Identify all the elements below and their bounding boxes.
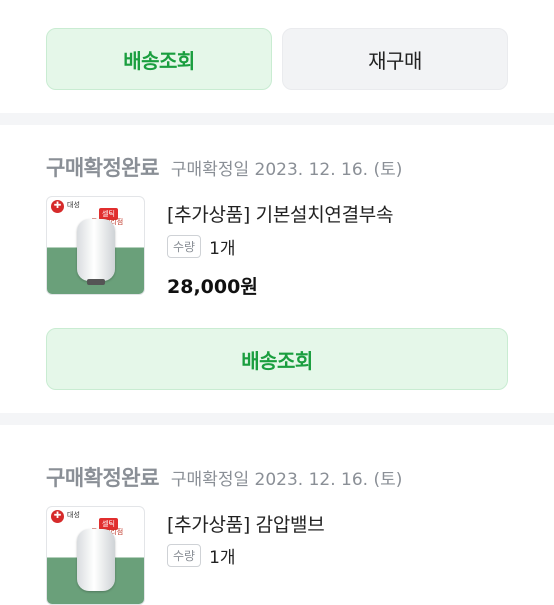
confirm-date: 구매확정일 2023. 12. 16. (토) xyxy=(170,470,403,490)
order-status: 구매확정완료 xyxy=(46,466,159,490)
quantity-value: 1개 xyxy=(209,548,236,568)
water-heater-image xyxy=(77,529,115,591)
brand-logo-icon: ✚ xyxy=(51,200,64,213)
quantity-label: 수량 xyxy=(167,235,202,258)
confirm-date: 구매확정일 2023. 12. 16. (토) xyxy=(170,160,403,180)
brand-logo-icon: ✚ xyxy=(51,510,64,523)
section-divider xyxy=(0,113,554,125)
track-delivery-button-order[interactable]: 배송조회 xyxy=(46,328,508,390)
order-status-row: 구매확정완료 구매확정일 2023. 12. 16. (토) xyxy=(46,152,402,182)
quantity-row: 수량 1개 xyxy=(167,234,236,259)
quantity-label: 수량 xyxy=(167,544,202,567)
quantity-value: 1개 xyxy=(209,239,236,259)
quantity-row: 수량 1개 xyxy=(167,543,236,568)
order-status: 구매확정완료 xyxy=(46,156,159,180)
brand-badge-text: 대성 xyxy=(67,201,80,209)
product-price: 28,000원 xyxy=(167,276,258,298)
track-delivery-button[interactable]: 배송조회 xyxy=(46,28,272,90)
water-heater-image xyxy=(77,219,115,281)
water-heater-base xyxy=(87,279,105,285)
brand-badge-text: 대성 xyxy=(67,511,80,519)
product-name[interactable]: [추가상품] 감압밸브 xyxy=(167,510,325,537)
product-thumbnail[interactable]: ✚ 대성 셀틱 공식대리점 xyxy=(46,506,145,605)
order-status-row: 구매확정완료 구매확정일 2023. 12. 16. (토) xyxy=(46,462,402,492)
product-thumbnail[interactable]: ✚ 대성 셀틱 공식대리점 xyxy=(46,196,145,295)
reorder-button[interactable]: 재구매 xyxy=(282,28,508,90)
product-name[interactable]: [추가상품] 기본설치연결부속 xyxy=(167,200,393,227)
section-divider xyxy=(0,413,554,425)
